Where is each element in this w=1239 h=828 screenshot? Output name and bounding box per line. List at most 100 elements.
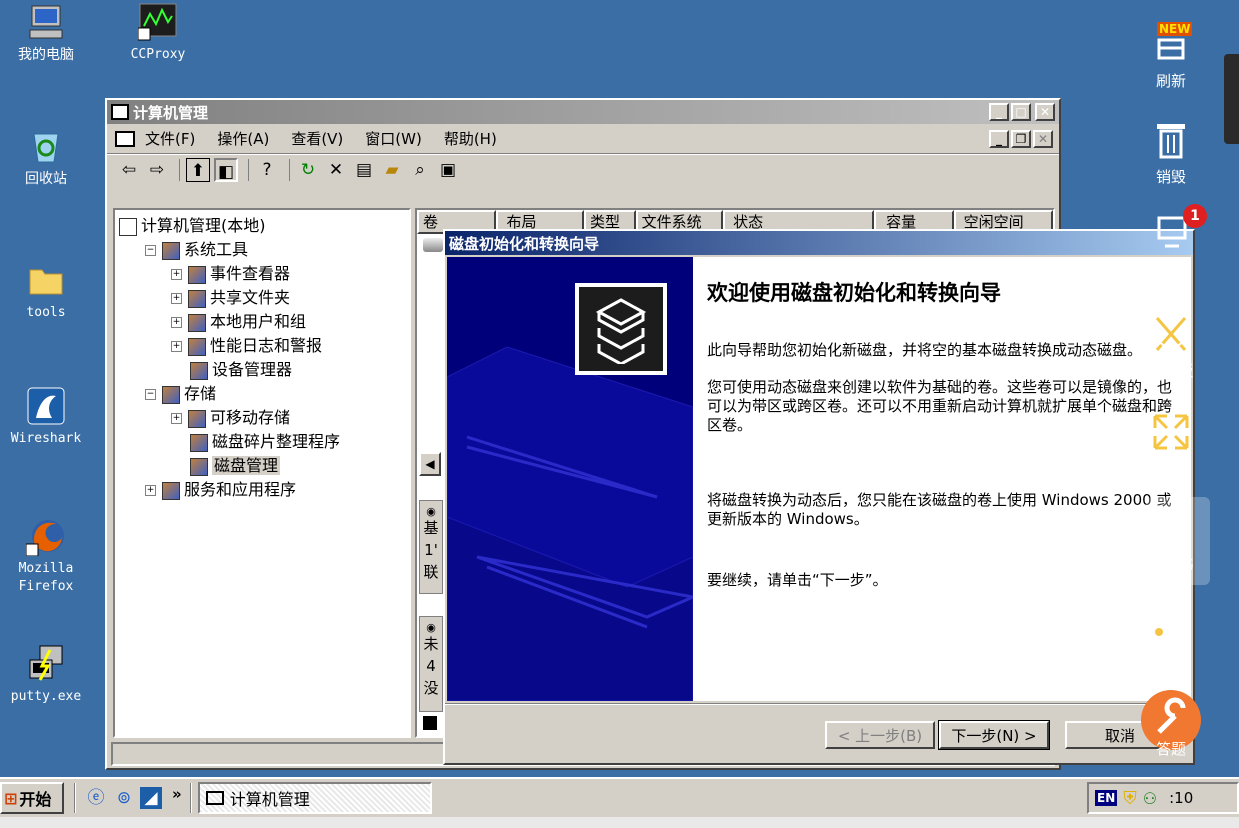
disk-status: 没 xyxy=(423,679,439,697)
security-shield-icon[interactable]: ⛨ xyxy=(1123,788,1137,809)
pencil-icon xyxy=(1149,596,1193,640)
sidebar-label: 全屏 xyxy=(1155,460,1186,478)
mmc-title: 计算机管理 xyxy=(133,103,209,122)
trash-icon xyxy=(1149,118,1193,162)
edge-handle[interactable] xyxy=(1224,54,1239,144)
disk-1-label[interactable]: ◉ 未 4 没 xyxy=(419,616,443,712)
wizard-title-bar[interactable]: 磁盘初始化和转换向导 xyxy=(445,231,1193,255)
start-button[interactable]: ⊞ 开始 xyxy=(0,782,64,814)
expander-icon[interactable]: − xyxy=(145,245,156,256)
minimize-button[interactable]: _ xyxy=(989,103,1009,121)
maximize-button[interactable]: □ xyxy=(1011,103,1031,121)
wizard-heading: 欢迎使用磁盘初始化和转换向导 xyxy=(707,281,1001,305)
up-level-icon[interactable]: ⬆ xyxy=(186,157,210,182)
tree-node[interactable]: + 事件查看器 xyxy=(119,262,409,286)
tree-node-label: 性能日志和警报 xyxy=(210,336,323,355)
back-button[interactable]: < 上一步(B) xyxy=(825,721,935,749)
console-tree-pane[interactable]: 计算机管理(本地) − 系统工具 + 事件查看器 + 共享文件夹 + 本地用户和组 + 性能日志和警… xyxy=(113,208,411,738)
wizard-paragraph-2: 您可使用动态磁盘来创建以软件为基础的卷。这些卷可以是镜像的，也可以为带区或跨区卷… xyxy=(707,378,1173,434)
ccproxy-icon xyxy=(137,2,178,42)
network-icon[interactable]: ⚇ xyxy=(1143,789,1157,808)
sidebar-item-refresh[interactable]: NEW 刷新 xyxy=(1136,22,1206,91)
scroll-left-button[interactable]: ◀ xyxy=(419,452,441,476)
delete-icon[interactable]: ✕ xyxy=(324,158,348,182)
menu-action[interactable]: 操作(A) xyxy=(217,128,269,149)
event-viewer-icon xyxy=(188,265,206,284)
close-button[interactable]: ✕ xyxy=(1035,103,1055,121)
wizard-banner xyxy=(447,257,693,701)
tree-node[interactable]: + 共享文件夹 xyxy=(119,286,409,310)
child-minimize-button[interactable]: _ xyxy=(989,129,1009,148)
next-button[interactable]: 下一步(N) > xyxy=(938,720,1050,750)
menu-file[interactable]: 文件(F) xyxy=(145,128,195,149)
language-indicator[interactable]: EN xyxy=(1095,790,1118,806)
tree-node[interactable]: − 系统工具 xyxy=(119,238,409,262)
back-arrow-icon[interactable]: ⇦ xyxy=(117,158,141,182)
expander-icon[interactable]: + xyxy=(145,485,156,496)
open-folder-icon[interactable]: ▰ xyxy=(380,158,404,182)
menu-view[interactable]: 查看(V) xyxy=(291,128,343,149)
services-icon xyxy=(162,481,180,500)
expander-icon[interactable]: − xyxy=(145,389,156,400)
refresh-icon[interactable]: ↻ xyxy=(296,158,320,182)
search-icon[interactable]: ⌕ xyxy=(408,158,432,182)
volume-row[interactable] xyxy=(423,238,443,252)
sidebar-item-switch[interactable]: 1 切换 xyxy=(1136,204,1207,279)
expander-icon[interactable]: + xyxy=(171,341,182,352)
tree-node[interactable]: + 本地用户和组 xyxy=(119,310,409,334)
child-restore-button[interactable]: ❐ xyxy=(1011,129,1031,148)
show-hide-tree-icon[interactable]: ◧ xyxy=(214,157,238,182)
menu-help[interactable]: 帮助(H) xyxy=(444,128,497,149)
sidebar-item-answer[interactable]: 答题 xyxy=(1136,690,1206,759)
properties-icon[interactable]: ▤ xyxy=(352,158,376,182)
expander-icon[interactable]: + xyxy=(171,293,182,304)
desktop-icon-recycle-bin[interactable]: 回收站 xyxy=(0,126,94,188)
sidebar-item-fullscreen[interactable]: 全屏 xyxy=(1136,410,1206,479)
sidebar-item-guide[interactable]: 指导书 xyxy=(1136,506,1206,575)
expander-icon[interactable]: + xyxy=(171,269,182,280)
tree-node[interactable]: 磁盘碎片整理程序 xyxy=(119,430,409,454)
help-icon[interactable]: ? xyxy=(255,158,279,182)
mmc-title-bar[interactable]: 计算机管理 _ □ ✕ xyxy=(107,100,1059,124)
desktop-icon-wireshark[interactable]: Wireshark xyxy=(0,386,94,448)
tree-node[interactable]: 计算机管理(本地) xyxy=(119,214,409,238)
system-tools-icon xyxy=(162,241,180,260)
sidebar-item-destroy[interactable]: 销毁 xyxy=(1136,118,1206,187)
tree-node[interactable]: 设备管理器 xyxy=(119,358,409,382)
disk-wizard-dialog[interactable]: 磁盘初始化和转换向导 欢迎使用磁盘初始化和转换向导 此向导帮助您初始化新磁盘，并… xyxy=(443,229,1195,765)
tree-node-label: 系统工具 xyxy=(184,240,249,259)
quicklaunch-chevron[interactable]: » xyxy=(172,785,182,803)
tree-node[interactable]: + 性能日志和警报 xyxy=(119,334,409,358)
desktop-icon-label: 回收站 xyxy=(25,171,67,187)
desktop-icon-tools[interactable]: tools xyxy=(0,260,94,322)
desktop-icon-label: 我的电脑 xyxy=(18,47,74,63)
desktop-icon-putty[interactable]: putty.exe xyxy=(0,644,94,706)
sidebar-item-notes[interactable]: 笔记 xyxy=(1136,596,1206,665)
child-close-button[interactable]: ✕ xyxy=(1033,129,1053,148)
sidebar-label: 刷新 xyxy=(1155,72,1186,90)
desktop-icon-label: Mozilla Firefox xyxy=(18,561,74,594)
tree-node[interactable]: + 服务和应用程序 xyxy=(119,478,409,502)
expander-icon[interactable]: + xyxy=(171,413,182,424)
ie-icon[interactable]: ⓔ xyxy=(84,786,108,810)
tree-node[interactable]: − 存储 xyxy=(119,382,409,406)
task-computer-management[interactable]: 计算机管理 xyxy=(197,782,432,814)
tree-node[interactable]: + 可移动存储 xyxy=(119,406,409,430)
desktop-icon-ccproxy[interactable]: CCProxy xyxy=(110,2,206,64)
wireshark-quick-icon[interactable]: ◢ xyxy=(140,787,162,809)
expander-icon[interactable]: + xyxy=(171,317,182,328)
desktop-icon-label: Wireshark xyxy=(10,431,82,446)
desktop-icon[interactable]: ⊚ xyxy=(112,786,136,810)
sidebar-label: 剪贴板 xyxy=(1148,362,1194,380)
disk-icon[interactable]: ▣ xyxy=(436,158,460,182)
desktop-icon-firefox[interactable]: Mozilla Firefox xyxy=(0,516,94,596)
disk-0-label[interactable]: ◉ 基 1' 联 xyxy=(419,500,443,594)
disk-stack-icon xyxy=(575,283,667,375)
clock[interactable]: :10 xyxy=(1169,789,1193,807)
forward-arrow-icon[interactable]: ⇨ xyxy=(145,158,169,182)
menu-window[interactable]: 窗口(W) xyxy=(365,128,422,149)
desktop-icon-my-computer[interactable]: 我的电脑 xyxy=(0,2,94,64)
shared-folder-icon xyxy=(188,289,206,308)
tree-node[interactable]: 磁盘管理 xyxy=(119,454,409,478)
sidebar-item-clipboard[interactable]: 剪贴板 xyxy=(1136,312,1206,381)
